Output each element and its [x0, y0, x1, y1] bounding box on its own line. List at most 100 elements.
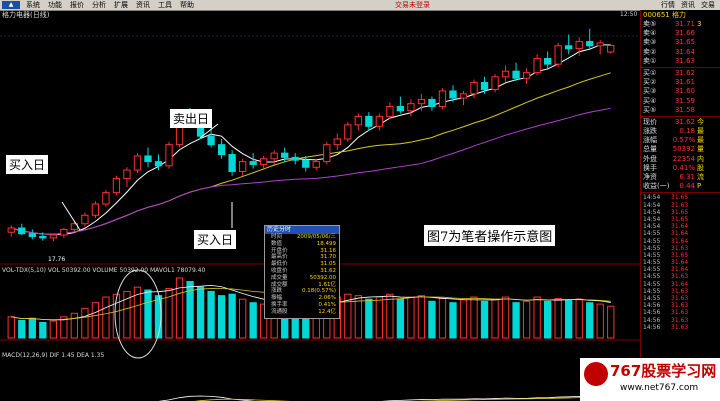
quote-row-extra: 股: [697, 163, 704, 172]
annotation-buy-day-1: 买入日: [6, 155, 49, 174]
quote-row-extra: 最: [697, 127, 704, 136]
ma40-line: [11, 107, 611, 235]
quote-row: 卖⑤ 31.71 3: [641, 20, 720, 29]
tick-price: 31.65: [671, 208, 689, 216]
watermark-url: www.net767.com: [620, 383, 699, 393]
quote-row-value: 22354: [672, 154, 695, 163]
candle-body: [407, 103, 415, 112]
quote-row-label: 买③: [643, 87, 657, 96]
popup-row: 时间 2009/05/06/三: [265, 234, 339, 241]
quote-row-label: 买①: [643, 68, 657, 77]
quote-row: 收益(一) 0.44 P: [641, 182, 720, 191]
volume-bar: [102, 296, 110, 339]
menu-item-quote[interactable]: 报价: [66, 0, 88, 10]
tick-price: 31.63: [671, 273, 689, 281]
menu-right-info[interactable]: 资讯: [678, 0, 698, 10]
low-price-label: 17.76: [48, 256, 65, 263]
quote-row-value: 0.41%: [672, 163, 695, 172]
tick-price: 31.63: [671, 309, 689, 317]
quote-row-label: 涨跌: [643, 127, 657, 136]
tick-price: 31.65: [671, 215, 689, 223]
quote-row-value: 31.64: [674, 47, 695, 56]
candle-body: [543, 57, 552, 65]
volume-indicator-label: VOL-TDX(5,10) VOL 50392.00 VOLUME 50392.…: [2, 267, 205, 274]
ma20-line: [11, 72, 611, 235]
candle-body: [291, 156, 299, 161]
popup-row-value: 31.62: [320, 267, 336, 274]
candle-body: [565, 45, 573, 50]
quote-row-value: 31.59: [674, 96, 695, 105]
candle-body: [28, 233, 36, 237]
tick-price: 31.64: [671, 280, 689, 288]
menu-item-info[interactable]: 资讯: [132, 0, 154, 10]
popup-row: 最低价 31.05: [265, 261, 339, 268]
popup-row-value: 18.499: [316, 240, 336, 247]
watermark-title: 767股票学习网: [610, 362, 717, 380]
tick-row: 14:55 31.63: [641, 245, 720, 252]
tick-price: 31.65: [671, 194, 689, 202]
popup-row-label: 振幅: [271, 295, 283, 302]
menu-item-system[interactable]: 系统: [22, 0, 44, 10]
candle-body: [123, 169, 131, 180]
menu-item-function[interactable]: 功能: [44, 0, 66, 10]
volume-bar: [491, 298, 499, 339]
quote-row: 总量 50392 量: [641, 145, 720, 154]
quote-row-extra: 今: [697, 117, 704, 126]
quote-row: 买① 31.62: [641, 69, 720, 78]
volume-bar: [70, 312, 79, 339]
menu-item-help[interactable]: 帮助: [176, 0, 198, 10]
volume-bar: [512, 302, 520, 339]
volume-bar: [459, 299, 468, 339]
candle-body: [154, 161, 163, 167]
chart-title-bar: 格力电器(日线) 12:50: [0, 10, 640, 20]
tick-row: 14:56 31.63: [641, 302, 720, 309]
candle-body: [480, 82, 489, 91]
quote-row-label: 买⑤: [643, 105, 657, 114]
candle-body: [81, 214, 89, 225]
quote-row-label: 卖④: [643, 29, 657, 38]
tick-time: 14:56: [643, 309, 661, 317]
candle-body: [365, 115, 373, 127]
candle-body: [354, 115, 362, 126]
volume-bar: [417, 295, 426, 339]
history-info-popup[interactable]: 历史分时 时间 2009/05/06/三 数值 18.499 开盘价 31.16 最高价 31…: [264, 225, 340, 319]
quote-row-label: 买②: [643, 78, 657, 87]
menu-item-tools[interactable]: 工具: [154, 0, 176, 10]
tick-row: 14:55 31.64: [641, 266, 720, 273]
popup-row-value: 1.61亿: [318, 281, 336, 288]
candle-body: [449, 90, 457, 99]
volume-bar: [249, 302, 257, 339]
quote-row-extra: 内: [697, 154, 704, 163]
candle-body: [165, 144, 173, 167]
candle-body: [312, 161, 320, 168]
quote-row-extra: 量: [697, 145, 704, 154]
quote-row-value: 0.57%: [672, 136, 695, 145]
tick-time: 14:55: [643, 295, 661, 302]
candle-body: [323, 144, 331, 163]
candle-body: [386, 106, 394, 117]
tick-price: 31.63: [671, 287, 689, 295]
volume-bar: [91, 302, 100, 339]
volume-bar: [238, 298, 247, 339]
menu-right-trade[interactable]: 交易: [698, 0, 718, 10]
candle-body: [249, 161, 257, 165]
quote-row-extra: 3: [697, 20, 702, 28]
menu-item-analysis[interactable]: 分析: [88, 0, 110, 10]
candle-body: [302, 159, 310, 168]
tick-price: 31.63: [671, 244, 689, 252]
volume-bar: [575, 298, 583, 339]
menu-right-market[interactable]: 行情: [658, 0, 678, 10]
kline-chart[interactable]: VOL-TDX(5,10) VOL 50392.00 VOLUME 50392.…: [0, 20, 640, 401]
quote-row: 买⑤ 31.58: [641, 106, 720, 115]
popup-row-label: 成交量: [271, 274, 288, 281]
tick-row: 14:55 31.63: [641, 295, 720, 302]
candle-body: [428, 98, 436, 108]
tick-time: 14:54: [643, 223, 661, 231]
quote-row: 卖① 31.63: [641, 57, 720, 66]
popup-row-label: 收盘价: [271, 267, 288, 274]
volume-bar: [144, 289, 152, 339]
tick-row: 14:56 31.63: [641, 309, 720, 316]
quote-row-label: 买④: [643, 96, 657, 105]
menu-item-extend[interactable]: 扩展: [110, 0, 132, 10]
macd-dea-line: [194, 396, 611, 401]
